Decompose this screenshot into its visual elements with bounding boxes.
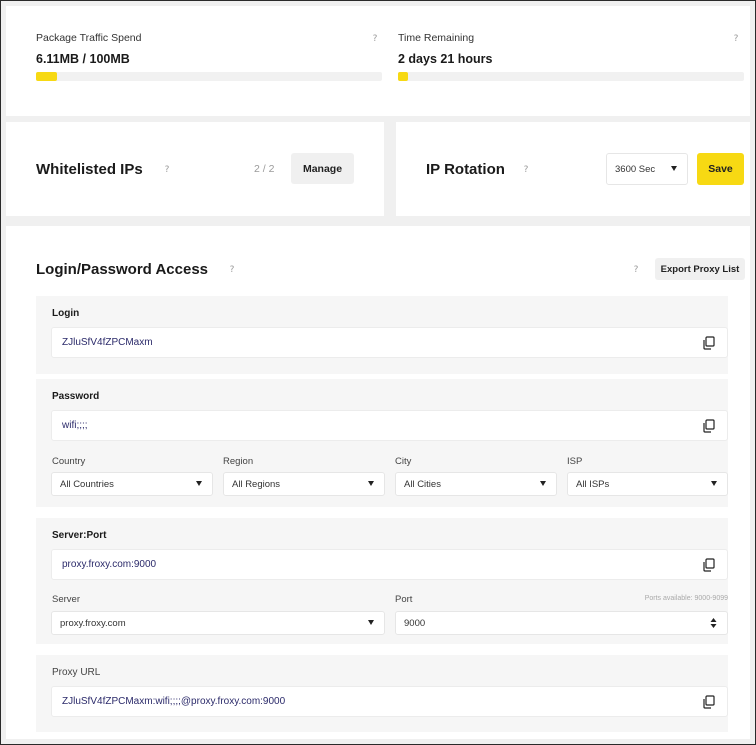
- login-value: ZJluSfV4fZPCMaxm: [62, 337, 153, 348]
- manage-button[interactable]: Manage: [291, 153, 354, 184]
- password-panel: Password wifi;;;; Country All Countries …: [36, 379, 728, 507]
- time-help-icon[interactable]: ?: [730, 33, 742, 45]
- login-field[interactable]: ZJluSfV4fZPCMaxm: [51, 327, 728, 358]
- city-value: All Cities: [404, 478, 441, 490]
- city-label: City: [395, 456, 412, 467]
- chevron-down-icon: [196, 481, 202, 486]
- rotation-card: IP Rotation ? 3600 Sec Save: [396, 122, 750, 216]
- rotation-title: IP Rotation: [426, 161, 505, 178]
- traffic-help-icon[interactable]: ?: [369, 33, 381, 45]
- chevron-down-icon: [368, 481, 374, 486]
- access-help-icon[interactable]: ?: [226, 264, 238, 276]
- port-label: Port: [395, 594, 413, 605]
- whitelist-count: 2 / 2: [254, 163, 275, 175]
- proxy-url-value: ZJluSfV4fZPCMaxm:wifi;;;;@proxy.froxy.co…: [62, 696, 286, 707]
- country-select[interactable]: All Countries: [51, 472, 213, 496]
- save-button[interactable]: Save: [697, 153, 744, 185]
- export-help-icon[interactable]: ?: [630, 264, 642, 276]
- whitelist-title: Whitelisted IPs: [36, 161, 143, 178]
- export-proxy-list-button[interactable]: Export Proxy List: [655, 258, 745, 280]
- server-port-label: Server:Port: [52, 530, 107, 541]
- server-select[interactable]: proxy.froxy.com: [51, 611, 385, 635]
- region-label: Region: [223, 456, 254, 467]
- time-progress-bar: [398, 72, 744, 81]
- login-panel: Login ZJluSfV4fZPCMaxm: [36, 296, 728, 374]
- server-label: Server: [52, 594, 80, 605]
- rotation-interval-select[interactable]: 3600 Sec: [606, 153, 688, 185]
- traffic-progress-bar: [36, 72, 382, 81]
- time-label: Time Remaining: [398, 32, 475, 44]
- isp-value: All ISPs: [576, 478, 610, 490]
- traffic-value: 6.11MB / 100MB: [36, 52, 130, 66]
- isp-label: ISP: [567, 456, 583, 467]
- copy-icon[interactable]: [702, 694, 715, 709]
- country-label: Country: [52, 456, 86, 467]
- rotation-help-icon[interactable]: ?: [520, 164, 532, 176]
- stats-card: Package Traffic Spend ? 6.11MB / 100MB T…: [6, 6, 750, 116]
- region-select[interactable]: All Regions: [223, 472, 385, 496]
- chevron-down-icon: [368, 620, 374, 625]
- whitelist-help-icon[interactable]: ?: [161, 164, 173, 176]
- proxy-url-label: Proxy URL: [52, 667, 101, 678]
- proxy-url-field[interactable]: ZJluSfV4fZPCMaxm:wifi;;;;@proxy.froxy.co…: [51, 686, 728, 717]
- server-value: proxy.froxy.com: [60, 617, 126, 629]
- chevron-down-icon: [671, 166, 677, 171]
- isp-select[interactable]: All ISPs: [567, 472, 728, 496]
- server-port-value: proxy.froxy.com:9000: [62, 559, 157, 570]
- access-card: Login/Password Access ? ? Export Proxy L…: [6, 226, 750, 739]
- copy-icon[interactable]: [702, 418, 715, 433]
- traffic-label: Package Traffic Spend: [36, 32, 142, 44]
- access-title: Login/Password Access: [36, 261, 209, 278]
- password-field[interactable]: wifi;;;;: [51, 410, 728, 441]
- whitelist-card: Whitelisted IPs ? 2 / 2 Manage: [6, 122, 384, 216]
- rotation-interval-value: 3600 Sec: [615, 163, 656, 175]
- city-select[interactable]: All Cities: [395, 472, 557, 496]
- proxy-url-panel: Proxy URL ZJluSfV4fZPCMaxm:wifi;;;;@prox…: [36, 655, 728, 732]
- region-value: All Regions: [232, 478, 281, 490]
- login-label: Login: [52, 308, 80, 319]
- server-port-panel: Server:Port proxy.froxy.com:9000 Server …: [36, 518, 728, 644]
- password-value: wifi;;;;: [62, 420, 88, 431]
- chevron-down-icon: [711, 481, 717, 486]
- port-value: 9000: [404, 617, 426, 629]
- country-value: All Countries: [60, 478, 114, 490]
- time-value: 2 days 21 hours: [398, 52, 493, 66]
- copy-icon[interactable]: [702, 335, 715, 350]
- server-port-field[interactable]: proxy.froxy.com:9000: [51, 549, 728, 580]
- port-input[interactable]: 9000: [395, 611, 728, 635]
- password-label: Password: [52, 391, 100, 402]
- copy-icon[interactable]: [702, 557, 715, 572]
- stepper-arrows-icon[interactable]: [710, 617, 717, 629]
- chevron-down-icon: [540, 481, 546, 486]
- traffic-progress-fill: [36, 72, 58, 81]
- time-progress-fill: [398, 72, 408, 81]
- ports-available-hint: Ports available: 9000-9099: [644, 595, 728, 602]
